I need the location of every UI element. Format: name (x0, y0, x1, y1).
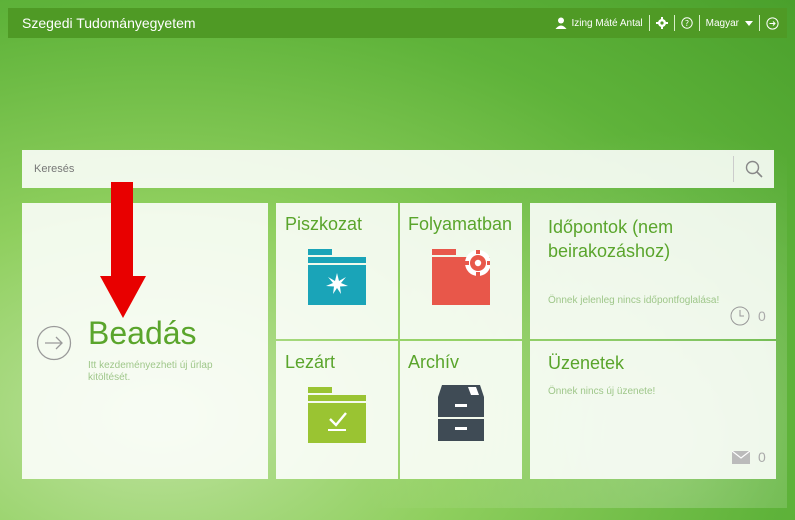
folder-check-icon (308, 387, 366, 443)
annotation-arrow (100, 182, 146, 318)
top-bar: Szegedi Tudományegyetem Izing Máté Antal… (8, 8, 787, 38)
tile-uzenetek-text: Önnek nincs új üzenete! (548, 386, 656, 397)
tile-beadas-title: Beadás (88, 315, 197, 351)
tile-piszkozat[interactable]: Piszkozat (276, 203, 398, 339)
tile-uzenetek[interactable]: Üzenetek Önnek nincs új üzenete! 0 (530, 341, 776, 479)
help-icon[interactable]: ? (680, 17, 693, 29)
tile-idopontok-title: Időpontok (nem beirakozáshoz) (548, 217, 674, 261)
tile-archiv-title: Archív (408, 352, 460, 372)
clock-icon (730, 306, 750, 326)
tile-uzenetek-title: Üzenetek (548, 353, 625, 373)
top-right-menu: Izing Máté Antal ? Magyar (555, 15, 779, 31)
tile-archiv[interactable]: Archív (400, 341, 522, 479)
divider (673, 15, 675, 31)
tile-uzenetek-count: 0 (758, 449, 766, 465)
language-select[interactable]: Magyar (706, 18, 739, 29)
folder-gear-icon (432, 249, 490, 305)
search-icon (745, 160, 763, 178)
chevron-down-icon[interactable] (745, 20, 753, 26)
tile-folyamatban[interactable]: Folyamatban (400, 203, 522, 339)
brand-title[interactable]: Szegedi Tudományegyetem (22, 15, 196, 31)
divider (759, 15, 760, 31)
logout-icon[interactable] (766, 16, 779, 30)
user-icon (555, 17, 567, 29)
tile-folyamatban-title: Folyamatban (408, 214, 513, 234)
tile-idopontok[interactable]: Időpontok (nem beirakozáshoz) Önnek jele… (530, 203, 776, 339)
user-name[interactable]: Izing Máté Antal (571, 18, 642, 29)
tile-piszkozat-title: Piszkozat (285, 214, 363, 234)
svg-text:?: ? (685, 19, 689, 28)
mail-icon (732, 451, 750, 464)
folder-draft-icon (308, 249, 366, 305)
divider (648, 15, 650, 31)
gear-icon[interactable] (655, 17, 668, 29)
tile-lezart-title: Lezárt (285, 352, 336, 372)
divider (698, 15, 700, 31)
tile-beadas-description: Itt kezdeményezheti új űrlap kitöltését. (88, 360, 213, 383)
tile-lezart[interactable]: Lezárt (276, 341, 398, 479)
cabinet-icon (438, 385, 484, 441)
arrow-right-circle-icon (36, 325, 72, 366)
tile-idopontok-count: 0 (758, 308, 766, 324)
search-button[interactable] (734, 150, 774, 188)
tile-idopontok-text: Önnek jelenleg nincs időpontfoglalása! (548, 295, 720, 306)
search-input[interactable] (32, 162, 733, 176)
